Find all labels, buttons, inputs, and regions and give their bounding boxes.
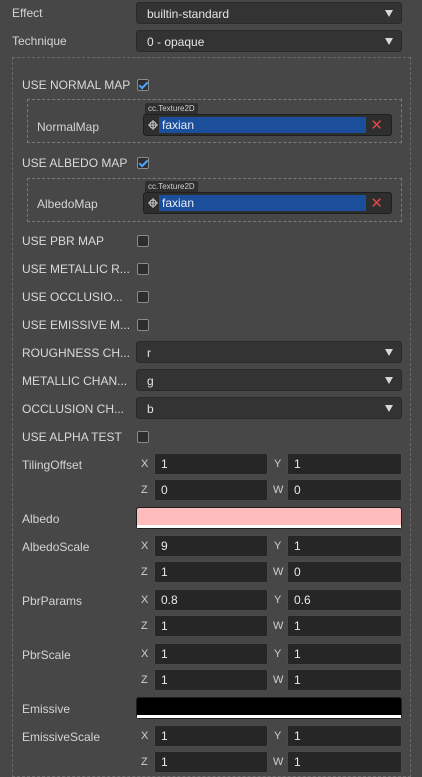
technique-select[interactable]: 0 - opaque bbox=[136, 30, 402, 52]
chevron-down-icon bbox=[385, 377, 393, 384]
albedo-color-field[interactable] bbox=[136, 507, 402, 529]
emissive-alpha-bar bbox=[137, 715, 401, 718]
roughness-channel-value: r bbox=[147, 346, 151, 360]
emissive-scale-z-input[interactable]: 1 bbox=[154, 751, 268, 773]
axis-x-label: X bbox=[141, 730, 149, 742]
occlusion-channel-select[interactable]: b bbox=[136, 397, 402, 419]
use-occlusion-label: USE OCCLUSIO... bbox=[22, 290, 123, 304]
tiling-offset-x-input[interactable]: 1 bbox=[154, 453, 268, 475]
tiling-offset-label: TilingOffset bbox=[22, 458, 83, 472]
remove-icon[interactable]: ✕ bbox=[370, 116, 383, 134]
technique-label: Technique bbox=[12, 34, 67, 48]
axis-x-label: X bbox=[141, 594, 149, 606]
roughness-channel-label: ROUGHNESS CH... bbox=[22, 346, 131, 360]
use-normal-map-checkbox[interactable] bbox=[137, 79, 149, 91]
axis-z-label: Z bbox=[141, 620, 148, 632]
effect-select[interactable]: builtin-standard bbox=[136, 2, 402, 24]
chevron-down-icon bbox=[385, 10, 393, 17]
target-icon[interactable] bbox=[148, 120, 158, 130]
effect-value: builtin-standard bbox=[147, 7, 230, 21]
occlusion-channel-label: OCCLUSION CH... bbox=[22, 402, 125, 416]
albedo-map-asset-name: faxian bbox=[159, 195, 366, 211]
pbr-scale-label: PbrScale bbox=[22, 648, 71, 662]
axis-z-label: Z bbox=[141, 674, 148, 686]
metallic-channel-label: METALLIC CHAN... bbox=[22, 374, 128, 388]
albedo-scale-z-input[interactable]: 1 bbox=[154, 561, 268, 583]
albedo-scale-label: AlbedoScale bbox=[22, 540, 90, 554]
tiling-offset-w-input[interactable]: 0 bbox=[287, 479, 402, 501]
pbr-params-y-input[interactable]: 0.6 bbox=[287, 589, 402, 611]
axis-x-label: X bbox=[141, 648, 149, 660]
use-albedo-map-label: USE ALBEDO MAP bbox=[22, 156, 128, 170]
use-alpha-test-checkbox[interactable] bbox=[137, 431, 149, 443]
albedo-scale-x-input[interactable]: 9 bbox=[154, 535, 268, 557]
chevron-down-icon bbox=[385, 349, 393, 356]
tiling-offset-y-input[interactable]: 1 bbox=[287, 453, 402, 475]
axis-w-label: W bbox=[273, 566, 284, 578]
albedo-alpha-bar bbox=[137, 525, 401, 528]
normal-map-label: NormalMap bbox=[37, 120, 100, 134]
use-pbr-map-label: USE PBR MAP bbox=[22, 234, 105, 248]
roughness-channel-select[interactable]: r bbox=[136, 341, 402, 363]
albedo-label: Albedo bbox=[22, 512, 60, 526]
emissive-label: Emissive bbox=[22, 702, 71, 716]
normal-map-asset-name: faxian bbox=[159, 117, 366, 133]
normal-map-type-tag: cc.Texture2D bbox=[145, 103, 198, 114]
use-emissive-label: USE EMISSIVE M... bbox=[22, 318, 131, 332]
technique-value: 0 - opaque bbox=[147, 35, 205, 49]
pbr-scale-y-input[interactable]: 1 bbox=[287, 643, 402, 665]
use-occlusion-checkbox[interactable] bbox=[137, 291, 149, 303]
normal-map-asset-field[interactable]: faxian ✕ bbox=[143, 114, 392, 136]
use-emissive-checkbox[interactable] bbox=[137, 319, 149, 331]
albedo-scale-y-input[interactable]: 1 bbox=[287, 535, 402, 557]
metallic-channel-select[interactable]: g bbox=[136, 369, 402, 391]
use-normal-map-label: USE NORMAL MAP bbox=[22, 78, 131, 92]
pbr-params-w-input[interactable]: 1 bbox=[287, 615, 402, 637]
emissive-scale-label: EmissiveScale bbox=[22, 730, 101, 744]
axis-y-label: Y bbox=[274, 730, 282, 742]
emissive-scale-y-input[interactable]: 1 bbox=[287, 725, 402, 747]
emissive-color-field[interactable] bbox=[136, 697, 402, 719]
target-icon[interactable] bbox=[148, 198, 158, 208]
use-alpha-test-label: USE ALPHA TEST bbox=[22, 430, 122, 444]
pbr-params-x-input[interactable]: 0.8 bbox=[154, 589, 268, 611]
albedo-map-label: AlbedoMap bbox=[37, 197, 98, 211]
pbr-scale-z-input[interactable]: 1 bbox=[154, 669, 268, 691]
axis-y-label: Y bbox=[274, 540, 282, 552]
axis-y-label: Y bbox=[274, 594, 282, 606]
axis-y-label: Y bbox=[274, 458, 282, 470]
emissive-scale-x-input[interactable]: 1 bbox=[154, 725, 268, 747]
albedo-scale-w-input[interactable]: 0 bbox=[287, 561, 402, 583]
use-pbr-map-checkbox[interactable] bbox=[137, 235, 149, 247]
chevron-down-icon bbox=[385, 405, 393, 412]
axis-y-label: Y bbox=[274, 648, 282, 660]
axis-z-label: Z bbox=[141, 566, 148, 578]
remove-icon[interactable]: ✕ bbox=[370, 194, 383, 212]
metallic-channel-value: g bbox=[147, 374, 154, 388]
tiling-offset-z-input[interactable]: 0 bbox=[154, 479, 268, 501]
axis-x-label: X bbox=[141, 458, 149, 470]
axis-w-label: W bbox=[273, 674, 284, 686]
occlusion-channel-value: b bbox=[147, 402, 154, 416]
use-metallic-label: USE METALLIC R... bbox=[22, 262, 130, 276]
axis-w-label: W bbox=[273, 484, 284, 496]
use-albedo-map-checkbox[interactable] bbox=[137, 157, 149, 169]
axis-z-label: Z bbox=[141, 484, 148, 496]
axis-w-label: W bbox=[273, 756, 284, 768]
pbr-params-label: PbrParams bbox=[22, 594, 83, 608]
pbr-scale-w-input[interactable]: 1 bbox=[287, 669, 402, 691]
axis-w-label: W bbox=[273, 620, 284, 632]
albedo-map-type-tag: cc.Texture2D bbox=[145, 181, 198, 192]
pbr-params-z-input[interactable]: 1 bbox=[154, 615, 268, 637]
effect-label: Effect bbox=[12, 6, 43, 20]
axis-x-label: X bbox=[141, 540, 149, 552]
emissive-scale-w-input[interactable]: 1 bbox=[287, 751, 402, 773]
chevron-down-icon bbox=[385, 38, 393, 45]
albedo-map-asset-field[interactable]: faxian ✕ bbox=[143, 192, 392, 214]
use-metallic-checkbox[interactable] bbox=[137, 263, 149, 275]
axis-z-label: Z bbox=[141, 756, 148, 768]
pbr-scale-x-input[interactable]: 1 bbox=[154, 643, 268, 665]
